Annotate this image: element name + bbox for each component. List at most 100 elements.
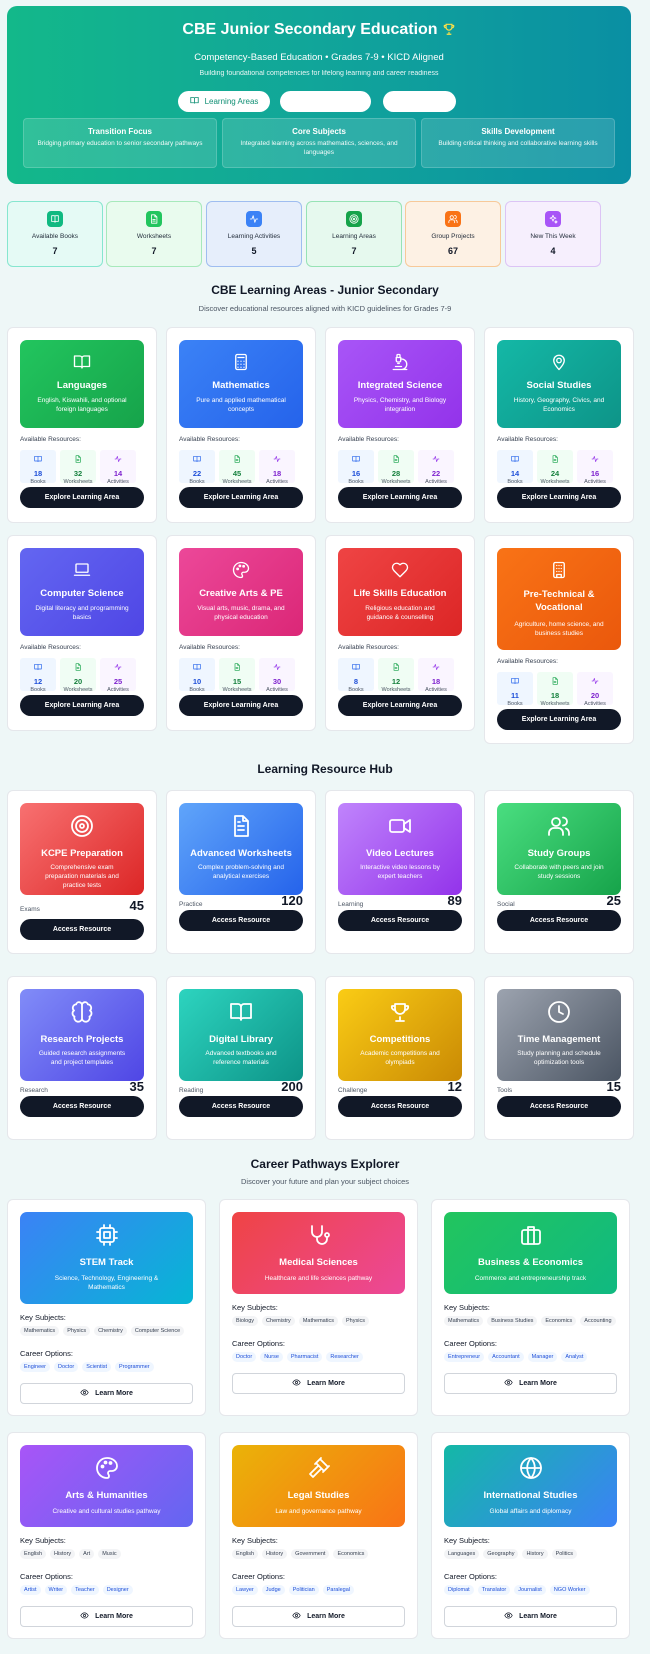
activities-count[interactable]: 18 Activities xyxy=(259,450,295,485)
explore-learning-area-button[interactable]: Explore Learning Area xyxy=(179,695,303,716)
stat-value: 7 xyxy=(351,246,357,256)
hero-banner: CBE Junior Secondary Education Competenc… xyxy=(7,6,631,184)
document-icon xyxy=(551,450,559,467)
activities-count[interactable]: 30 Activities xyxy=(259,658,295,693)
access-resource-button[interactable]: Access Resource xyxy=(179,910,303,931)
hub-banner: Video Lectures Interactive video lessons … xyxy=(338,803,462,895)
users-icon xyxy=(445,211,461,227)
career-card-international-studies: International Studies Global affairs and … xyxy=(431,1432,630,1639)
building-icon xyxy=(497,561,621,579)
subject-chip: Chemistry xyxy=(262,1316,295,1326)
hub-title: Study Groups xyxy=(527,848,591,859)
explore-learning-area-button[interactable]: Explore Learning Area xyxy=(20,487,144,508)
books-count[interactable]: 22 Books xyxy=(179,450,215,485)
activity-icon xyxy=(273,450,281,467)
eye-icon xyxy=(292,1378,301,1389)
hub-meta: Challenge 12 xyxy=(338,1079,462,1094)
access-resource-button[interactable]: Access Resource xyxy=(179,1096,303,1117)
books-count[interactable]: 10 Books xyxy=(179,658,215,693)
stat-card-available-books: Available Books 7 xyxy=(7,201,103,267)
career-chip: Analyst xyxy=(561,1352,588,1362)
hub-count: 15 xyxy=(606,1079,621,1094)
activities-count[interactable]: 20 Activities xyxy=(577,672,613,707)
hub-desc: Interactive video lessons by expert teac… xyxy=(360,864,440,880)
stat-card-new-this-week: New This Week 4 xyxy=(505,201,601,267)
activity-icon xyxy=(432,450,440,467)
access-resource-button[interactable]: Access Resource xyxy=(20,919,144,940)
access-resource-button[interactable]: Access Resource xyxy=(338,910,462,931)
access-resource-button[interactable]: Access Resource xyxy=(338,1096,462,1117)
gavel-icon xyxy=(232,1456,405,1480)
subject-chip: Mathematics xyxy=(20,1326,60,1336)
career-chip: Diplomat xyxy=(444,1585,474,1595)
palette-icon xyxy=(179,561,303,579)
worksheets-count[interactable]: 28 Worksheets xyxy=(378,450,414,485)
activities-count[interactable]: 22 Activities xyxy=(418,450,454,485)
learn-more-button[interactable]: Learn More xyxy=(444,1373,617,1394)
hub-meta: Tools 15 xyxy=(497,1079,621,1094)
document-icon xyxy=(392,658,400,675)
career-chips: Diplomat Translator Journalist NGO Worker xyxy=(444,1585,621,1595)
books-count[interactable]: 16 Books xyxy=(338,450,374,485)
learning-area-card-pre-technical-vocational: Pre-Technical & Vocational Agriculture, h… xyxy=(484,535,634,744)
worksheets-count[interactable]: 15 Worksheets xyxy=(219,658,255,693)
subject-chip: Business Studies xyxy=(487,1316,538,1326)
hub-meta: Learning 89 xyxy=(338,893,462,908)
hub-count: 200 xyxy=(281,1079,303,1094)
resources-label: Available Resources: xyxy=(20,644,81,651)
activities-count[interactable]: 18 Activities xyxy=(418,658,454,693)
career-options-label: Career Options: xyxy=(20,1572,73,1581)
learn-more-button[interactable]: Learn More xyxy=(20,1606,193,1627)
hub-card-study-groups: Study Groups Collaborate with peers and j… xyxy=(484,790,634,954)
books-count[interactable]: 18 Books xyxy=(20,450,56,485)
activities-count[interactable]: 16 Activities xyxy=(577,450,613,485)
stat-label: Group Projects xyxy=(431,233,475,240)
access-resource-button[interactable]: Access Resource xyxy=(20,1096,144,1117)
books-count[interactable]: 11 Books xyxy=(497,672,533,707)
access-resource-button[interactable]: Access Resource xyxy=(497,910,621,931)
books-count[interactable]: 14 Books xyxy=(497,450,533,485)
hub-meta: Exams 45 xyxy=(20,898,144,913)
hero-button-3[interactable] xyxy=(383,91,456,112)
career-chip: Journalist xyxy=(514,1585,546,1595)
resources-label: Available Resources: xyxy=(179,436,240,443)
explore-learning-area-button[interactable]: Explore Learning Area xyxy=(338,487,462,508)
book-icon xyxy=(34,658,42,675)
worksheets-count[interactable]: 12 Worksheets xyxy=(378,658,414,693)
learning-area-card-life-skills-education: Life Skills Education Religious education… xyxy=(325,535,475,731)
activities-count[interactable]: 14 Activities xyxy=(100,450,136,485)
career-card-legal-studies: Legal Studies Law and governance pathway K… xyxy=(219,1432,418,1639)
learn-more-button[interactable]: Learn More xyxy=(232,1373,405,1394)
learning-area-card-creative-arts-pe: Creative Arts & PE Visual arts, music, dr… xyxy=(166,535,316,731)
books-count[interactable]: 12 Books xyxy=(20,658,56,693)
subject-chips: Languages Geography History Politics xyxy=(444,1549,621,1559)
worksheets-count[interactable]: 24 Worksheets xyxy=(537,450,573,485)
hero-button-2[interactable] xyxy=(280,91,371,112)
worksheets-count[interactable]: 18 Worksheets xyxy=(537,672,573,707)
explore-learning-area-button[interactable]: Explore Learning Area xyxy=(20,695,144,716)
learn-more-button[interactable]: Learn More xyxy=(444,1606,617,1627)
stat-card-group-projects: Group Projects 67 xyxy=(405,201,501,267)
learning-area-banner: Integrated Science Physics, Chemistry, an… xyxy=(338,340,462,428)
explore-learning-area-button[interactable]: Explore Learning Area xyxy=(497,487,621,508)
access-resource-button[interactable]: Access Resource xyxy=(497,1096,621,1117)
worksheets-count[interactable]: 32 Worksheets xyxy=(60,450,96,485)
activities-count[interactable]: 25 Activities xyxy=(100,658,136,693)
eye-icon xyxy=(504,1378,513,1389)
explore-learning-area-button[interactable]: Explore Learning Area xyxy=(179,487,303,508)
stat-value: 7 xyxy=(52,246,58,256)
explore-learning-area-button[interactable]: Explore Learning Area xyxy=(497,709,621,730)
hub-desc: Complex problem-solving and analytical e… xyxy=(198,864,284,880)
activity-icon xyxy=(432,658,440,675)
worksheets-count[interactable]: 20 Worksheets xyxy=(60,658,96,693)
hub-kind: Social xyxy=(497,901,515,908)
career-chips: Lawyer Judge Politician Paralegal xyxy=(232,1585,409,1595)
books-count[interactable]: 8 Books xyxy=(338,658,374,693)
book-icon xyxy=(352,658,360,675)
learn-more-button[interactable]: Learn More xyxy=(20,1383,193,1404)
explore-learning-area-button[interactable]: Explore Learning Area xyxy=(338,695,462,716)
book-open-icon xyxy=(189,96,199,107)
learning-areas-button[interactable]: Learning Areas xyxy=(178,91,270,112)
learn-more-button[interactable]: Learn More xyxy=(232,1606,405,1627)
worksheets-count[interactable]: 45 Worksheets xyxy=(219,450,255,485)
